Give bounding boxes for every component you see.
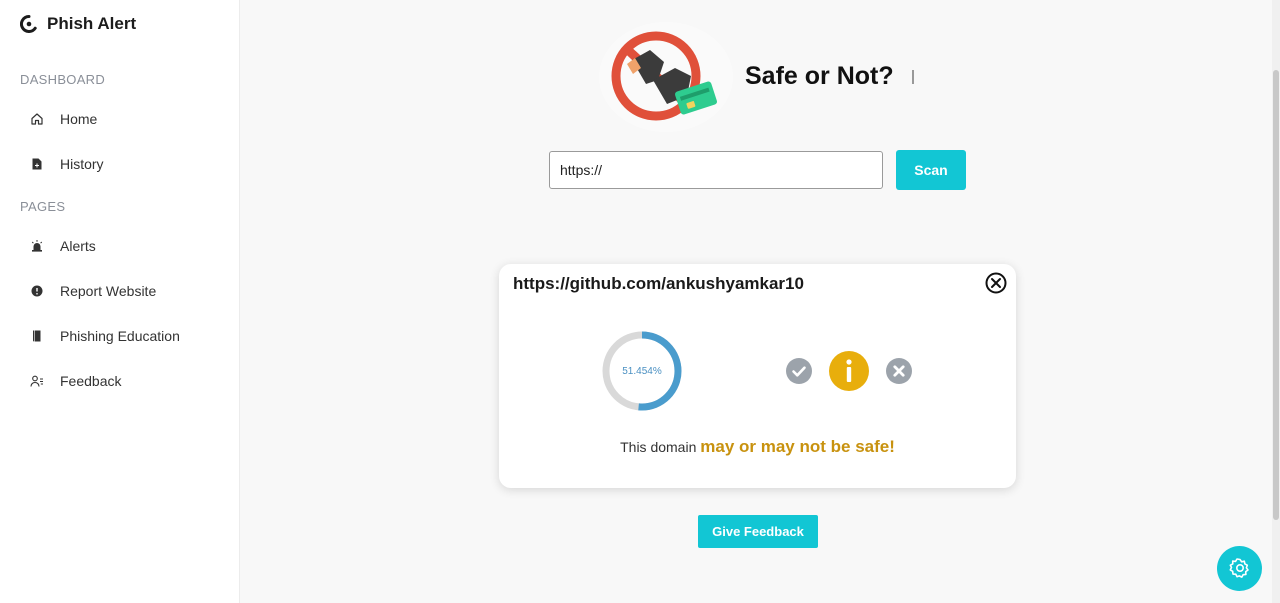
close-icon[interactable] — [985, 272, 1007, 294]
phish-alert-logo-icon — [20, 15, 37, 33]
verdict-prefix: This domain — [620, 439, 701, 455]
unsafe-cross-icon — [886, 358, 912, 384]
history-icon — [32, 158, 42, 170]
url-input[interactable] — [549, 151, 883, 189]
give-feedback-button[interactable]: Give Feedback — [698, 515, 818, 548]
sidebar-item-label: Phishing Education — [60, 328, 180, 344]
sidebar-item-history[interactable]: History — [30, 153, 104, 175]
sidebar-item-label: Home — [60, 111, 98, 127]
sidebar-item-home[interactable]: Home — [30, 108, 97, 130]
user-feedback-icon — [30, 375, 43, 387]
sidebar-item-label: Feedback — [60, 373, 122, 389]
sidebar-item-alerts[interactable]: Alerts — [30, 235, 96, 257]
typing-cursor — [912, 70, 914, 84]
brand[interactable]: Phish Alert — [20, 14, 136, 34]
home-icon — [31, 113, 43, 125]
safety-score-label: 51.454% — [622, 365, 662, 377]
result-card: https://github.com/ankushyamkar10 51.454… — [499, 264, 1016, 488]
brand-name: Phish Alert — [47, 14, 137, 33]
book-icon — [33, 330, 41, 342]
verdict-highlight: may or may not be safe! — [700, 437, 895, 456]
verdict-text: This domain may or may not be safe! — [499, 437, 1016, 457]
page-title: Safe or Not? — [745, 62, 894, 90]
page-scrollbar[interactable] — [1272, 0, 1280, 603]
alarm-icon — [31, 240, 43, 252]
info-warning-icon — [829, 351, 869, 391]
no-phishing-illustration — [599, 22, 733, 132]
gear-icon — [1229, 557, 1249, 578]
scanned-url: https://github.com/ankushyamkar10 — [513, 274, 804, 293]
settings-button[interactable] — [1217, 546, 1262, 591]
scrollbar-thumb[interactable] — [1273, 70, 1279, 520]
sidebar-item-label: Report Website — [60, 283, 157, 299]
scan-button[interactable]: Scan — [896, 150, 966, 190]
sidebar-item-label: History — [60, 156, 104, 172]
section-label-dashboard: DASHBOARD — [20, 72, 106, 87]
sidebar: Phish Alert DASHBOARD Home History PAGES… — [0, 0, 240, 603]
alert-circle-icon — [31, 285, 43, 297]
section-label-pages: PAGES — [20, 199, 66, 214]
sidebar-item-feedback[interactable]: Feedback — [30, 370, 121, 392]
sidebar-item-report-website[interactable]: Report Website — [30, 280, 156, 302]
sidebar-item-phishing-education[interactable]: Phishing Education — [30, 325, 180, 347]
safe-check-icon — [786, 358, 812, 384]
sidebar-item-label: Alerts — [60, 238, 96, 254]
